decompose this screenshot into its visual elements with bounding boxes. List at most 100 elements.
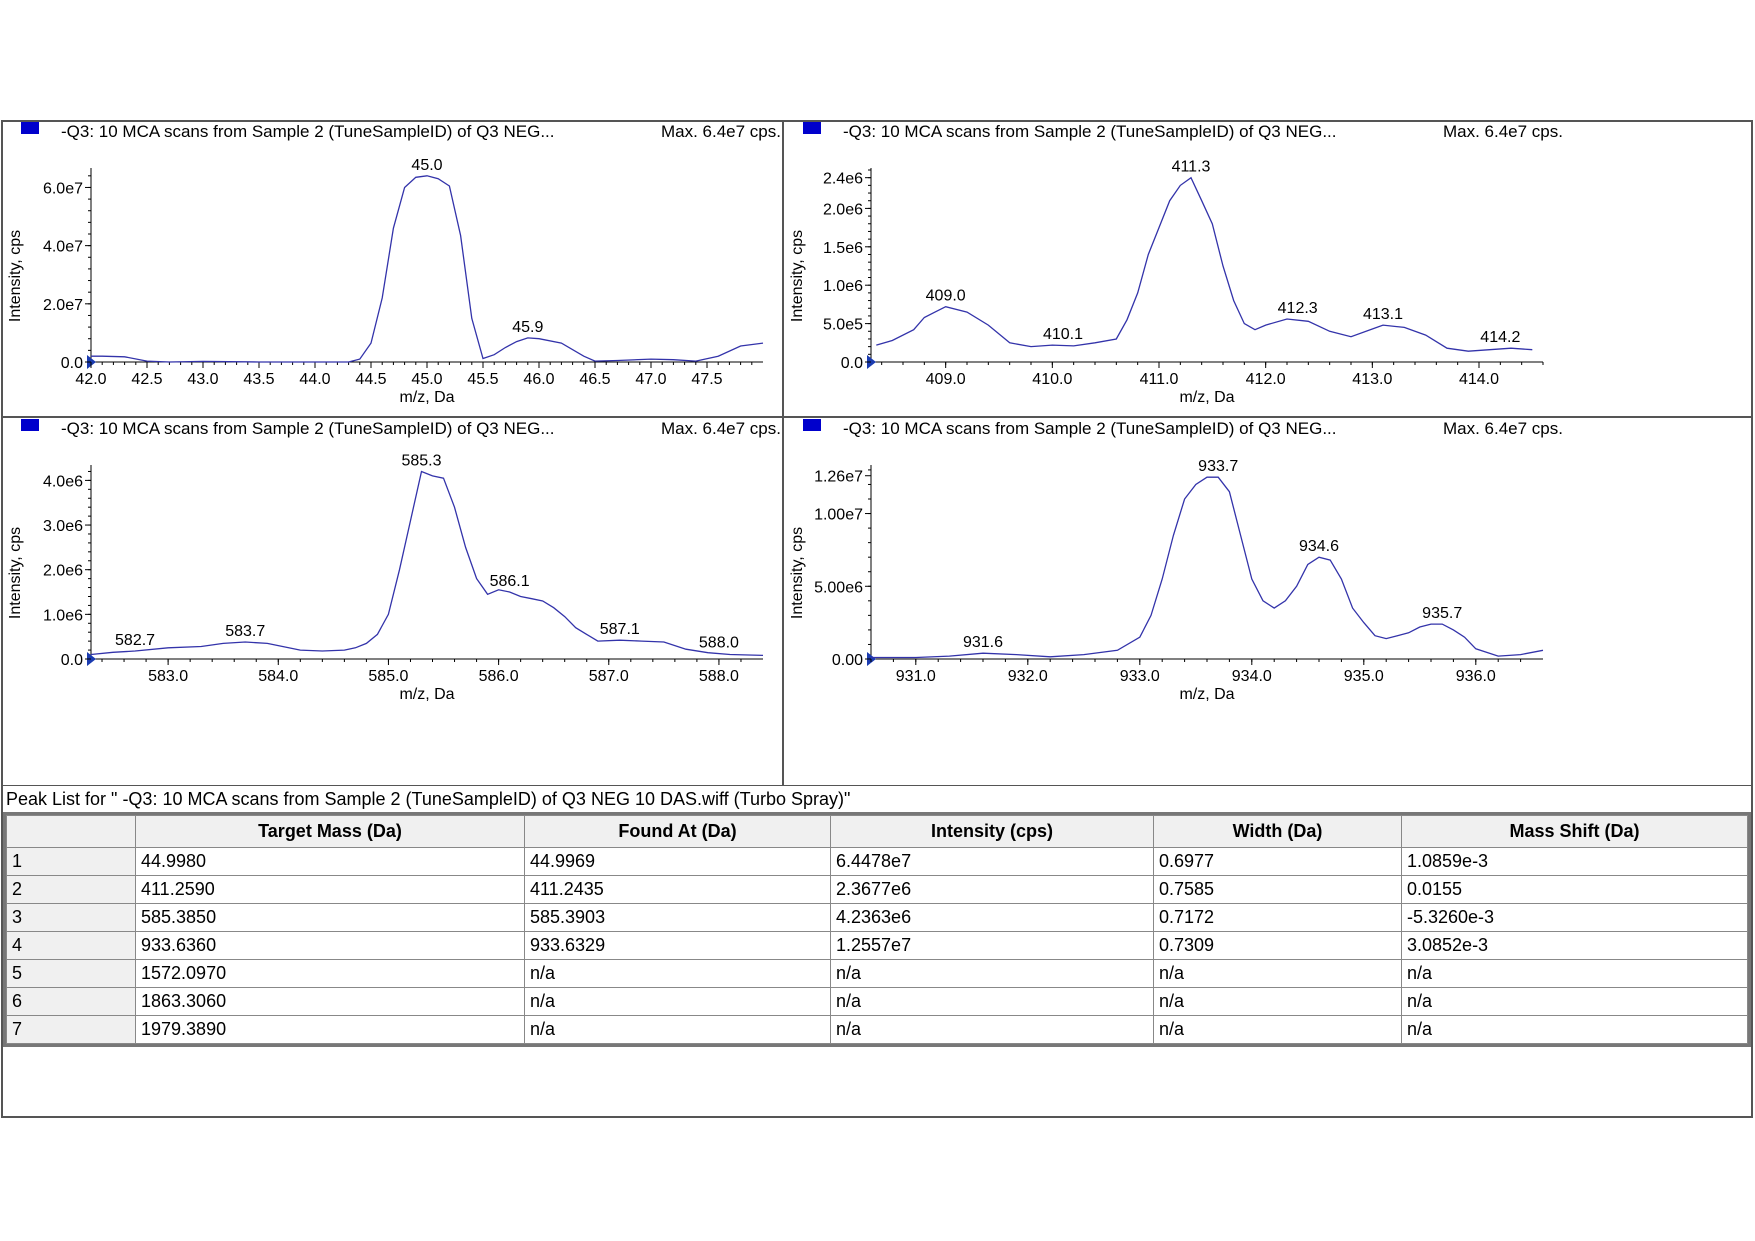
y-tick-label: 0.00 xyxy=(832,652,863,669)
peak-label: 409.0 xyxy=(926,288,966,305)
row-index: 5 xyxy=(6,959,136,988)
table-row[interactable]: 2 411.2590 411.2435 2.3677e6 0.7585 0.0155 xyxy=(6,875,1748,904)
row-index: 6 xyxy=(6,987,136,1016)
peak-label: 582.7 xyxy=(115,632,155,649)
col-header-mass-shift[interactable]: Mass Shift (Da) xyxy=(1401,815,1748,848)
found-at-cell: 585.3903 xyxy=(524,903,831,932)
row-index: 7 xyxy=(6,1015,136,1044)
spectrum-panel-2: -Q3: 10 MCA scans from Sample 2 (TuneSam… xyxy=(789,122,1563,406)
y-axis-label: Intensity, cps xyxy=(789,527,806,619)
peak-label: 413.1 xyxy=(1363,306,1403,323)
found-at-cell: n/a xyxy=(524,987,831,1016)
intensity-cell: 1.2557e7 xyxy=(830,931,1154,960)
peak-label: 931.6 xyxy=(963,634,1003,651)
target-mass-cell: 1979.3890 xyxy=(135,1015,525,1044)
width-cell: n/a xyxy=(1153,987,1402,1016)
table-row[interactable]: 4 933.6360 933.6329 1.2557e7 0.7309 3.0852e-3 xyxy=(6,931,1748,960)
peak-label: 583.7 xyxy=(225,623,265,640)
peak-label: 45.9 xyxy=(512,319,543,336)
spectrum-line xyxy=(871,476,1544,659)
panel-legend-marker xyxy=(21,419,39,431)
table-row[interactable]: 6 1863.3060 n/a n/a n/a n/a xyxy=(6,987,1748,1016)
found-at-cell: 44.9969 xyxy=(524,847,831,876)
y-tick-label: 2.0e6 xyxy=(823,201,863,218)
mass-shift-cell: 0.0155 xyxy=(1401,875,1748,904)
x-tick-label: 44.5 xyxy=(355,371,386,388)
y-tick-label: 3.0e6 xyxy=(43,518,83,535)
x-tick-label: 414.0 xyxy=(1459,371,1499,388)
y-tick-label: 1.00e7 xyxy=(814,507,863,524)
col-header-width[interactable]: Width (Da) xyxy=(1153,815,1402,848)
col-header-index[interactable] xyxy=(6,815,136,848)
y-tick-label: 1.5e6 xyxy=(823,240,863,257)
peak-label: 45.0 xyxy=(411,157,442,174)
peak-label: 585.3 xyxy=(401,452,441,469)
x-tick-label: 935.0 xyxy=(1344,668,1384,685)
y-tick-label: 2.0e6 xyxy=(43,563,83,580)
spectrum-line xyxy=(876,176,1533,352)
x-tick-label: 583.0 xyxy=(148,668,188,685)
target-mass-cell: 585.3850 xyxy=(135,903,525,932)
intensity-cell: n/a xyxy=(830,1015,1154,1044)
found-at-cell: 933.6329 xyxy=(524,931,831,960)
col-header-found-at[interactable]: Found At (Da) xyxy=(524,815,831,848)
peak-label: 586.1 xyxy=(490,573,530,590)
x-tick-label: 43.0 xyxy=(187,371,218,388)
mass-shift-cell: 1.0859e-3 xyxy=(1401,847,1748,876)
x-tick-label: 46.0 xyxy=(523,371,554,388)
peak-label: 412.3 xyxy=(1278,300,1318,317)
table-row[interactable]: 5 1572.0970 n/a n/a n/a n/a xyxy=(6,959,1748,988)
table-row[interactable]: 3 585.3850 585.3903 4.2363e6 0.7172 -5.3260e-… xyxy=(6,903,1748,932)
y-axis-label: Intensity, cps xyxy=(7,230,24,322)
panel-max-label: Max. 6.4e7 cps. xyxy=(1443,122,1563,141)
width-cell: n/a xyxy=(1153,1015,1402,1044)
x-tick-label: 413.0 xyxy=(1352,371,1392,388)
x-axis-label: m/z, Da xyxy=(1179,389,1234,406)
width-cell: 0.7585 xyxy=(1153,875,1402,904)
x-tick-label: 42.0 xyxy=(75,371,106,388)
table-row[interactable]: 1 44.9980 44.9969 6.4478e7 0.6977 1.0859e-3 xyxy=(6,847,1748,876)
x-tick-label: 588.0 xyxy=(699,668,739,685)
x-tick-label: 410.0 xyxy=(1032,371,1072,388)
x-axis-label: m/z, Da xyxy=(399,389,454,406)
col-header-intensity[interactable]: Intensity (cps) xyxy=(830,815,1154,848)
x-tick-label: 46.5 xyxy=(579,371,610,388)
spectrum-line xyxy=(90,470,764,657)
peak-list-title: Peak List for " -Q3: 10 MCA scans from S… xyxy=(6,789,851,809)
mass-shift-cell: n/a xyxy=(1401,1015,1748,1044)
target-mass-cell: 1572.0970 xyxy=(135,959,525,988)
y-tick-label: 1.0e6 xyxy=(43,607,83,624)
row-index: 2 xyxy=(6,875,136,904)
col-header-target-mass[interactable]: Target Mass (Da) xyxy=(135,815,525,848)
x-axis-label: m/z, Da xyxy=(399,686,454,703)
found-at-cell: n/a xyxy=(524,959,831,988)
x-tick-label: 42.5 xyxy=(131,371,162,388)
x-tick-label: 411.0 xyxy=(1140,371,1179,388)
y-tick-label: 4.0e6 xyxy=(43,473,83,490)
row-index: 3 xyxy=(6,903,136,932)
x-tick-label: 409.0 xyxy=(926,371,966,388)
panel-title: -Q3: 10 MCA scans from Sample 2 (TuneSam… xyxy=(843,122,1337,141)
peak-label: 935.7 xyxy=(1422,605,1462,622)
target-mass-cell: 44.9980 xyxy=(135,847,525,876)
panel-legend-marker xyxy=(21,122,39,134)
panel-max-label: Max. 6.4e7 cps. xyxy=(1443,419,1563,438)
intensity-cell: 6.4478e7 xyxy=(830,847,1154,876)
peak-list-table-wrap: Target Mass (Da) Found At (Da) Intensity… xyxy=(3,812,1751,1047)
mass-shift-cell: n/a xyxy=(1401,987,1748,1016)
width-cell: n/a xyxy=(1153,959,1402,988)
table-row[interactable]: 7 1979.3890 n/a n/a n/a n/a xyxy=(6,1015,1748,1044)
width-cell: 0.6977 xyxy=(1153,847,1402,876)
row-index: 1 xyxy=(6,847,136,876)
mass-shift-cell: n/a xyxy=(1401,959,1748,988)
x-tick-label: 931.0 xyxy=(896,668,936,685)
x-tick-label: 586.0 xyxy=(479,668,519,685)
panel-max-label: Max. 6.4e7 cps. xyxy=(661,419,781,438)
target-mass-cell: 1863.3060 xyxy=(135,987,525,1016)
intensity-cell: 4.2363e6 xyxy=(830,903,1154,932)
y-axis-label: Intensity, cps xyxy=(7,527,24,619)
peak-list-table: Target Mass (Da) Found At (Da) Intensity… xyxy=(6,815,1748,1044)
spectrum-panel-1: -Q3: 10 MCA scans from Sample 2 (TuneSam… xyxy=(7,122,781,406)
peak-list-header-row: Target Mass (Da) Found At (Da) Intensity… xyxy=(6,815,1748,848)
x-axis-label: m/z, Da xyxy=(1179,686,1234,703)
